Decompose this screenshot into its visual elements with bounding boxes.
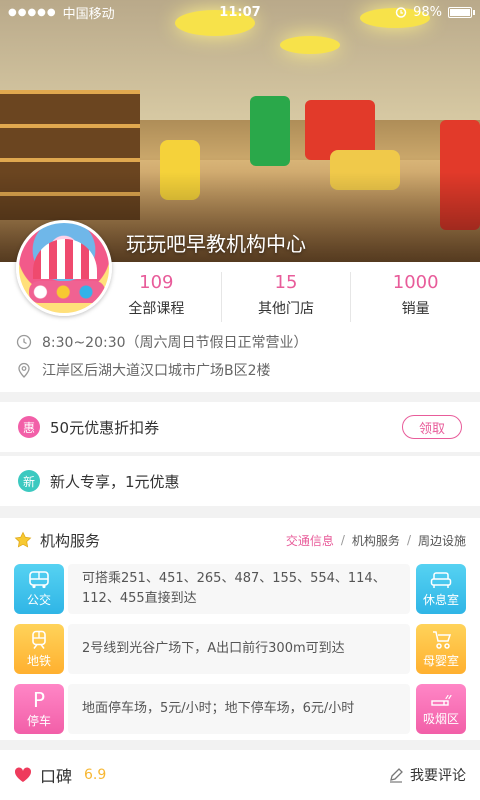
bus-info-text: 可搭乘251、451、265、487、155、554、114、112、455直接… (68, 564, 410, 614)
services-title: 机构服务 (40, 531, 101, 550)
subway-info-text: 2号线到光谷广场下，A出口前行300m可到达 (68, 624, 410, 674)
bus-service-tile: 公交 (14, 564, 64, 614)
battery-percent: 98% (413, 4, 442, 20)
sofa-icon (430, 571, 452, 588)
stat-sales: 1000 销量 (350, 272, 480, 322)
tab-nearby-facilities[interactable]: 周边设施 (418, 532, 466, 549)
star-icon (14, 531, 32, 548)
address-text: 江岸区后湖大道汉口城市广场B区2楼 (42, 363, 271, 379)
location-pin-icon (18, 362, 30, 378)
write-review-label: 我要评论 (410, 768, 466, 784)
review-score: 6.9 (84, 767, 107, 783)
lounge-label: 休息室 (422, 592, 459, 607)
new-badge-icon: 新 (18, 470, 40, 492)
reviews-title: 口碑 (40, 767, 73, 786)
store-name: 玩玩吧早教机构中心 (126, 232, 306, 256)
subway-label: 地铁 (26, 653, 51, 668)
parking-icon: P (32, 687, 46, 712)
reviews-header: 口碑 6.9 我要评论 (0, 750, 480, 800)
nursing-room-tile: 母婴室 (416, 624, 466, 674)
store-address[interactable]: 江岸区后湖大道汉口城市广场B区2楼 (16, 360, 464, 380)
tab-institution-services[interactable]: 机构服务 (352, 532, 400, 549)
stroller-icon (433, 630, 452, 649)
pencil-icon (390, 768, 403, 783)
coupon-newuser-row[interactable]: 新 新人专享，1元优惠 (0, 456, 480, 506)
store-avatar (16, 220, 112, 316)
stat-value: 1000 (392, 272, 439, 293)
store-stats: 109 全部课程 15 其他门店 1000 销量 (92, 272, 480, 322)
battery-icon (448, 6, 475, 18)
heart-icon (14, 767, 32, 782)
alarm-icon (395, 7, 407, 18)
services-tabs: 交通信息 / 机构服务 / 周边设施 (285, 532, 466, 549)
service-row-bus: 公交 可搭乘251、451、265、487、155、554、114、112、45… (14, 564, 466, 614)
stat-all-courses[interactable]: 109 全部课程 (92, 272, 221, 322)
parking-info-text: 地面停车场，5元/小时；地下停车场，6元/小时 (68, 684, 410, 734)
service-row-subway: 地铁 2号线到光谷广场下，A出口前行300m可到达 母婴室 (14, 624, 466, 674)
status-bar: ●●●●● 中国移动 11:07 98% (0, 0, 480, 24)
service-row-parking: P 停车 地面停车场，5元/小时；地下停车场，6元/小时 吸烟区 (14, 684, 466, 734)
smoking-area-tile: 吸烟区 (416, 684, 466, 734)
stat-other-stores[interactable]: 15 其他门店 (220, 272, 351, 322)
coupon-text: 50元优惠折扣券 (50, 418, 160, 437)
stat-label: 销量 (401, 301, 430, 317)
discount-badge-icon: 惠 (18, 416, 40, 438)
lounge-tile: 休息室 (416, 564, 466, 614)
stat-label: 其他门店 (258, 301, 314, 317)
carrier-name: 中国移动 (62, 6, 115, 22)
nursing-room-label: 母婴室 (422, 653, 459, 668)
coupon-text: 新人专享，1元优惠 (50, 472, 180, 491)
subway-icon (32, 630, 46, 649)
institution-services: 机构服务 交通信息 / 机构服务 / 周边设施 公交 可搭乘251、451、26… (0, 518, 480, 740)
business-hours: 8:30~20:30（周六周日节假日正常营业） (16, 332, 464, 352)
coupon-discount-row[interactable]: 惠 50元优惠折扣券 领取 (0, 402, 480, 452)
cigarette-icon (431, 694, 452, 706)
signal-icon: ●●●●● (8, 6, 57, 18)
stat-value: 15 (274, 272, 298, 293)
subway-service-tile: 地铁 (14, 624, 64, 674)
clock-icon (16, 334, 32, 350)
services-header: 机构服务 交通信息 / 机构服务 / 周边设施 (14, 528, 466, 552)
parking-label: 停车 (26, 713, 51, 728)
claim-coupon-button[interactable]: 领取 (402, 415, 462, 439)
stat-label: 全部课程 (128, 301, 185, 317)
smoking-area-label: 吸烟区 (422, 711, 459, 726)
bus-label: 公交 (26, 592, 51, 607)
tab-traffic-info[interactable]: 交通信息 (286, 532, 334, 549)
write-review-button[interactable]: 我要评论 (388, 765, 466, 785)
bus-icon (29, 570, 49, 588)
hours-text: 8:30~20:30（周六周日节假日正常营业） (42, 335, 308, 351)
parking-service-tile: P 停车 (14, 684, 64, 734)
